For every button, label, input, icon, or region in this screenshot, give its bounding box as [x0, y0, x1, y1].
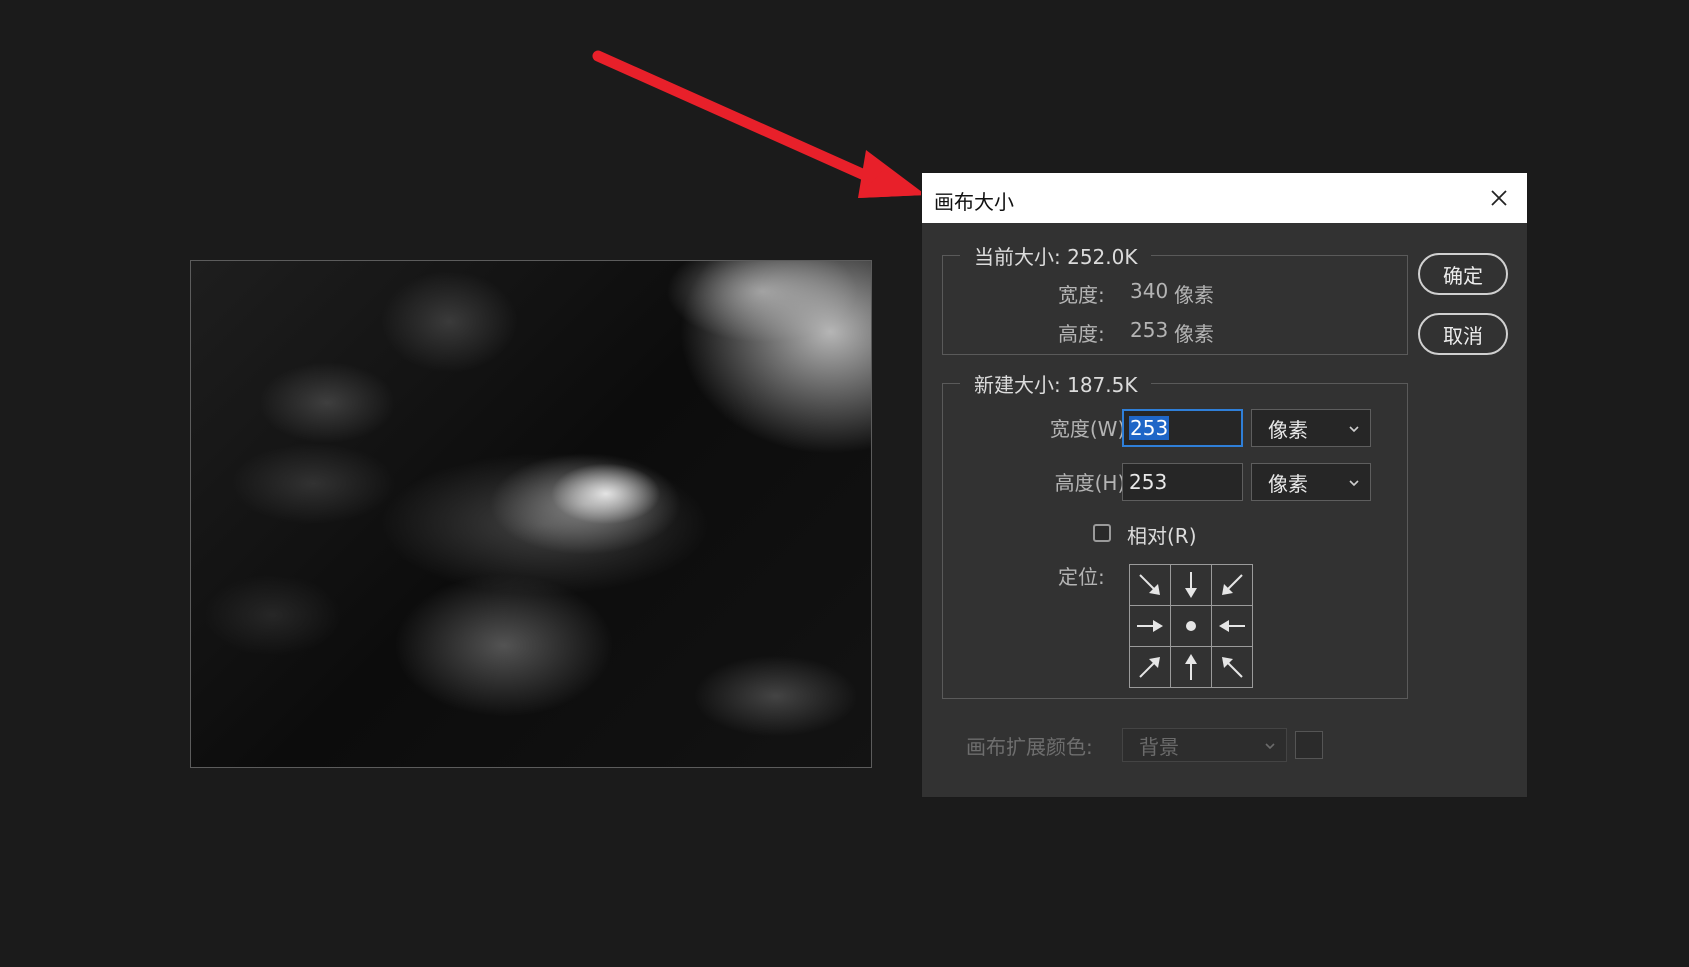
- workspace: 画布大小 当前大小: 252.0K 宽度: 340 像素 高度: 253 像素 …: [0, 0, 1689, 967]
- close-button[interactable]: [1483, 182, 1515, 214]
- current-width-label: 宽度:: [1058, 283, 1105, 307]
- color-swatch[interactable]: [1295, 731, 1323, 759]
- anchor-left[interactable]: [1130, 606, 1170, 646]
- arrow-right-icon: [1137, 620, 1163, 632]
- anchor-top-left[interactable]: [1130, 565, 1170, 605]
- new-width-label: 宽度(W):: [1049, 417, 1132, 441]
- anchor-center[interactable]: [1171, 606, 1211, 646]
- relative-checkbox[interactable]: [1093, 524, 1111, 542]
- current-height-unit: 像素: [1174, 322, 1214, 346]
- anchor-bottom-right[interactable]: [1212, 647, 1252, 687]
- arrow-down-icon: [1185, 572, 1197, 598]
- anchor-bottom-left[interactable]: [1130, 647, 1170, 687]
- arrow-up-left-icon: [1222, 657, 1243, 678]
- dot-icon: [1186, 621, 1196, 631]
- anchor-label: 定位:: [1058, 565, 1105, 589]
- dialog-title: 画布大小: [934, 190, 1014, 214]
- dialog-titlebar: 画布大小: [922, 173, 1527, 223]
- cancel-button[interactable]: 取消: [1418, 313, 1508, 355]
- new-width-value: 253: [1129, 416, 1170, 440]
- current-size-legend: 当前大小: 252.0K: [960, 241, 1152, 270]
- canvas-image: [190, 260, 872, 768]
- current-height-value: 253: [1130, 318, 1169, 342]
- new-size-legend: 新建大小: 187.5K: [960, 369, 1152, 398]
- arrow-down-right-icon: [1139, 574, 1160, 595]
- new-height-unit-select[interactable]: 像素: [1251, 463, 1371, 501]
- new-height-input[interactable]: 253: [1122, 463, 1243, 501]
- anchor-bottom[interactable]: [1171, 647, 1211, 687]
- arrow-left-icon: [1219, 620, 1245, 632]
- arrow-up-right-icon: [1139, 657, 1160, 678]
- arrow-down-left-icon: [1222, 574, 1243, 595]
- new-width-unit-select[interactable]: 像素: [1251, 409, 1371, 447]
- extension-color-select[interactable]: 背景: [1122, 728, 1287, 762]
- current-width-value: 340: [1130, 279, 1169, 303]
- ok-button[interactable]: 确定: [1418, 253, 1508, 295]
- anchor-grid: [1129, 564, 1253, 688]
- new-height-unit: 像素: [1268, 471, 1308, 496]
- anchor-right[interactable]: [1212, 606, 1252, 646]
- extension-color-label: 画布扩展颜色:: [966, 735, 1093, 759]
- chevron-down-icon: [1265, 743, 1275, 750]
- close-icon: [1491, 190, 1507, 206]
- new-height-label: 高度(H):: [1054, 471, 1132, 495]
- chevron-down-icon: [1349, 426, 1359, 433]
- anchor-top-right[interactable]: [1212, 565, 1252, 605]
- new-width-unit: 像素: [1268, 417, 1308, 442]
- new-width-input[interactable]: 253: [1122, 409, 1243, 447]
- anchor-top[interactable]: [1171, 565, 1211, 605]
- extension-color-value: 背景: [1139, 734, 1179, 759]
- current-width-unit: 像素: [1174, 283, 1214, 307]
- arrow-up-icon: [1185, 654, 1197, 680]
- chevron-down-icon: [1349, 480, 1359, 487]
- new-height-value: 253: [1129, 470, 1168, 494]
- current-height-label: 高度:: [1058, 322, 1105, 346]
- canvas-size-dialog: 画布大小 当前大小: 252.0K 宽度: 340 像素 高度: 253 像素 …: [922, 173, 1527, 797]
- relative-label[interactable]: 相对(R): [1127, 520, 1197, 549]
